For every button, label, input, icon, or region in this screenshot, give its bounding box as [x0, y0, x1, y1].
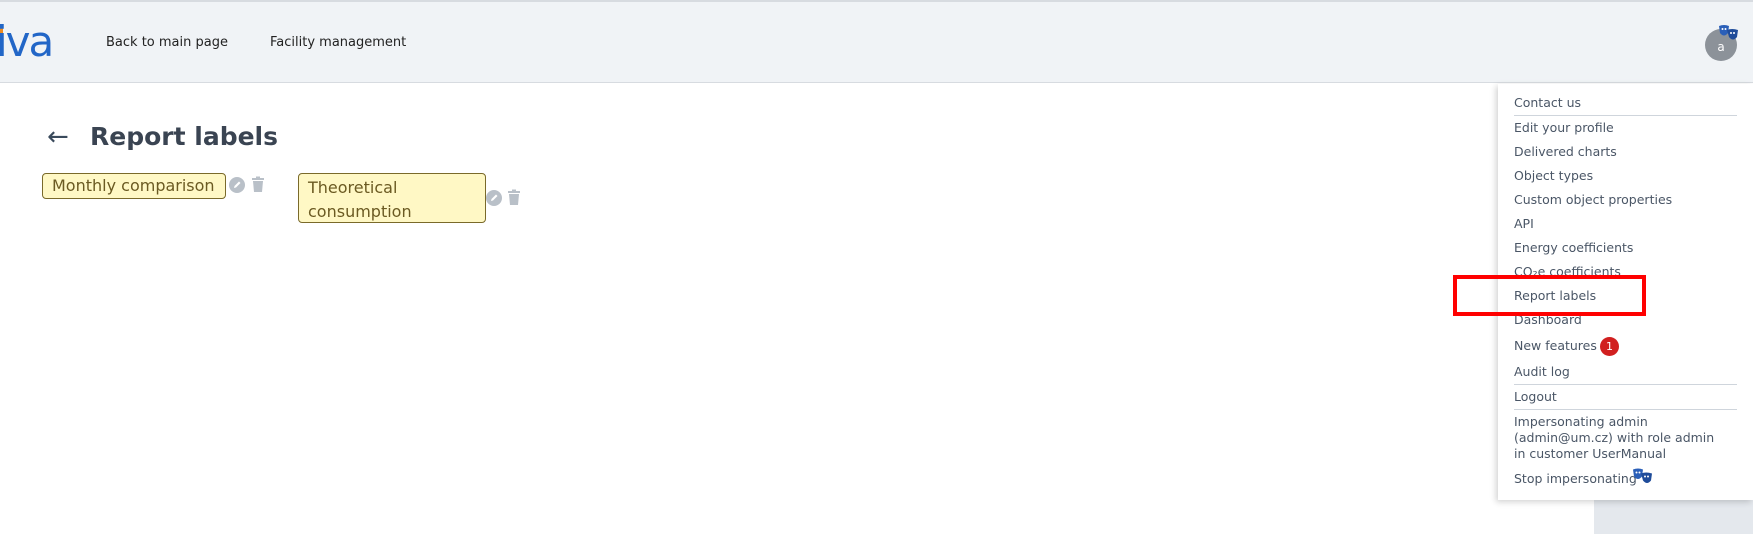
menu-item-edit-profile[interactable]: Edit your profile	[1514, 120, 1614, 135]
menu-item-audit-log[interactable]: Audit log	[1514, 364, 1570, 379]
facility-management-link[interactable]: Facility management	[270, 35, 406, 50]
trash-icon[interactable]	[506, 189, 522, 205]
menu-divider	[1514, 115, 1737, 116]
menu-item-api[interactable]: API	[1514, 216, 1534, 231]
back-arrow-icon[interactable]: ←	[47, 120, 69, 154]
top-bar: iva Back to main page Facility managemen…	[0, 0, 1753, 83]
menu-item-logout[interactable]: Logout	[1514, 389, 1557, 404]
menu-item-contact-us[interactable]: Contact us	[1514, 95, 1581, 110]
menu-item-object-types[interactable]: Object types	[1514, 168, 1593, 183]
trash-icon[interactable]	[250, 176, 266, 192]
pencil-icon[interactable]	[486, 190, 502, 206]
menu-item-energy-coefficients[interactable]: Energy coefficients	[1514, 240, 1633, 255]
back-to-main-page-link[interactable]: Back to main page	[106, 35, 228, 50]
masks-icon	[1633, 468, 1652, 483]
label-chip-theoretical-consumption[interactable]: Theoretical consumption	[298, 173, 486, 223]
pencil-icon[interactable]	[229, 177, 245, 193]
impersonation-info: Impersonating admin (admin@um.cz) with r…	[1514, 414, 1715, 461]
app-logo[interactable]: iva	[0, 18, 54, 66]
page-title: Report labels	[90, 122, 279, 151]
menu-item-delivered-charts[interactable]: Delivered charts	[1514, 144, 1617, 159]
menu-divider	[1514, 409, 1737, 410]
menu-divider	[1514, 384, 1737, 385]
stop-impersonating-link[interactable]: Stop impersonating	[1514, 471, 1637, 486]
highlight-box	[1453, 275, 1646, 316]
label-chip-monthly-comparison[interactable]: Monthly comparison	[42, 173, 226, 199]
menu-item-custom-object-properties[interactable]: Custom object properties	[1514, 192, 1672, 207]
masks-icon	[1719, 25, 1738, 40]
menu-item-new-features[interactable]: New features	[1514, 338, 1597, 353]
new-features-badge: 1	[1600, 337, 1619, 356]
